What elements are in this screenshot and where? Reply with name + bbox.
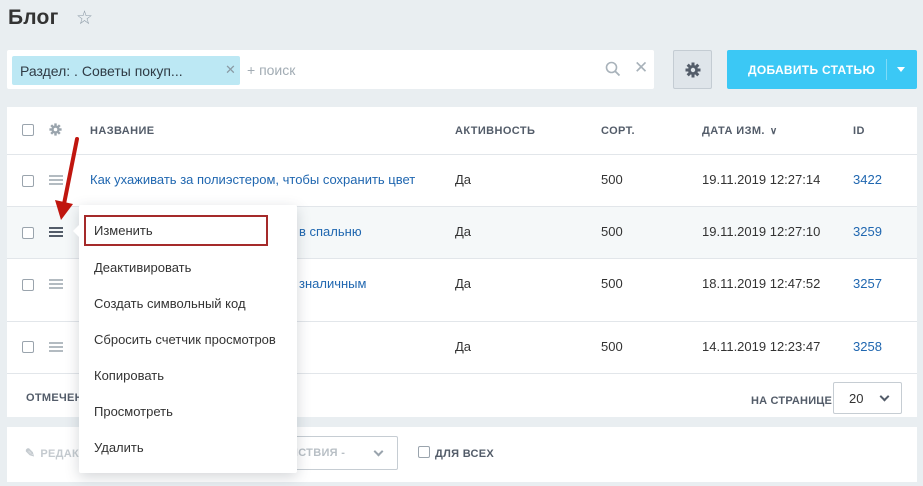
add-article-label: ДОБАВИТЬ СТАТЬЮ bbox=[748, 63, 876, 77]
chevron-down-icon bbox=[879, 391, 890, 402]
filter-chip-label: Раздел: . Советы покуп... bbox=[20, 63, 183, 79]
row-menu-icon[interactable] bbox=[49, 342, 63, 352]
column-header-date[interactable]: ДАТА ИЗМ. ∨ bbox=[702, 125, 778, 137]
row-id-link[interactable]: 3257 bbox=[853, 276, 882, 291]
menu-item-copy[interactable]: Копировать bbox=[94, 368, 164, 383]
per-page-label: НА СТРАНИЦЕ: bbox=[751, 395, 836, 407]
row-date: 19.11.2019 12:27:14 bbox=[702, 172, 821, 187]
column-header-date-label: ДАТА ИЗМ. bbox=[702, 125, 765, 137]
row-active: Да bbox=[455, 172, 472, 187]
row-menu-icon[interactable] bbox=[49, 279, 63, 289]
menu-item-view[interactable]: Просмотреть bbox=[94, 404, 173, 419]
dropdown-arrow-icon[interactable] bbox=[897, 67, 905, 72]
search-input[interactable] bbox=[247, 60, 587, 80]
row-title-link[interactable]: зналичным bbox=[299, 276, 366, 291]
filter-bar: Раздел: . Советы покуп... ✕ ✕ bbox=[7, 50, 654, 89]
row-active: Да bbox=[455, 339, 472, 354]
search-icon[interactable] bbox=[605, 61, 621, 77]
row-active: Да bbox=[455, 276, 472, 291]
menu-item-deactivate[interactable]: Деактивировать bbox=[94, 260, 191, 275]
table-row[interactable]: Как ухаживать за полиэстером, чтобы сохр… bbox=[7, 155, 917, 207]
row-date: 19.11.2019 12:27:10 bbox=[702, 224, 821, 239]
gear-icon bbox=[685, 62, 701, 78]
row-checkbox[interactable] bbox=[22, 279, 34, 291]
filter-chip[interactable]: Раздел: . Советы покуп... ✕ bbox=[12, 56, 240, 85]
selected-count-label: ОТМЕЧЕН bbox=[26, 392, 83, 404]
row-title-link[interactable]: в спальню bbox=[299, 224, 362, 239]
row-id-link[interactable]: 3258 bbox=[853, 339, 882, 354]
add-article-button[interactable]: ДОБАВИТЬ СТАТЬЮ bbox=[727, 50, 917, 89]
menu-item-edit[interactable]: Изменить bbox=[94, 223, 153, 238]
row-sort: 500 bbox=[601, 172, 623, 187]
settings-button[interactable] bbox=[673, 50, 712, 89]
per-page-value: 20 bbox=[849, 391, 864, 406]
row-checkbox[interactable] bbox=[22, 175, 34, 187]
row-sort: 500 bbox=[601, 339, 623, 354]
edit-label: РЕДАК bbox=[40, 448, 80, 460]
chip-close-icon[interactable]: ✕ bbox=[225, 62, 236, 78]
annotation-arrow-icon bbox=[55, 137, 79, 220]
row-sort: 500 bbox=[601, 276, 623, 291]
star-icon[interactable]: ☆ bbox=[76, 9, 93, 28]
clear-search-icon[interactable]: ✕ bbox=[634, 59, 648, 76]
table-header: НАЗВАНИЕ АКТИВНОСТЬ СОРТ. ДАТА ИЗМ. ∨ ID bbox=[7, 107, 917, 155]
row-context-menu: Изменить Деактивировать Создать символьн… bbox=[73, 205, 297, 473]
actions-select[interactable]: ЙСТВИЯ - bbox=[283, 436, 398, 470]
for-all-label[interactable]: ДЛЯ ВСЕХ bbox=[435, 448, 494, 460]
menu-item-reset-views[interactable]: Сбросить счетчик просмотров bbox=[94, 332, 276, 347]
row-menu-icon[interactable] bbox=[49, 227, 63, 237]
column-header-name[interactable]: НАЗВАНИЕ bbox=[90, 125, 155, 137]
row-sort: 500 bbox=[601, 224, 623, 239]
row-id-link[interactable]: 3422 bbox=[853, 172, 882, 187]
select-all-checkbox[interactable] bbox=[22, 124, 34, 136]
row-id-link[interactable]: 3259 bbox=[853, 224, 882, 239]
column-header-id[interactable]: ID bbox=[853, 125, 865, 137]
row-checkbox[interactable] bbox=[22, 227, 34, 239]
button-divider bbox=[886, 59, 887, 80]
column-header-sort[interactable]: СОРТ. bbox=[601, 125, 635, 137]
menu-item-create-code[interactable]: Создать символьный код bbox=[94, 296, 246, 311]
edit-button[interactable]: ✎ РЕДАК bbox=[25, 446, 79, 460]
menu-item-delete[interactable]: Удалить bbox=[94, 440, 144, 455]
row-date: 18.11.2019 12:47:52 bbox=[702, 276, 821, 291]
column-header-active[interactable]: АКТИВНОСТЬ bbox=[455, 125, 535, 137]
column-settings-icon[interactable] bbox=[49, 123, 62, 136]
for-all-checkbox[interactable] bbox=[418, 446, 430, 458]
page-title: Блог bbox=[8, 6, 59, 29]
actions-select-label: ЙСТВИЯ - bbox=[290, 447, 346, 459]
row-active: Да bbox=[455, 224, 472, 239]
sort-desc-icon: ∨ bbox=[769, 126, 778, 137]
per-page-select[interactable]: 20 bbox=[833, 382, 902, 414]
row-date: 14.11.2019 12:23:47 bbox=[702, 339, 821, 354]
row-checkbox[interactable] bbox=[22, 341, 34, 353]
pencil-icon: ✎ bbox=[25, 446, 36, 460]
row-title-link[interactable]: Как ухаживать за полиэстером, чтобы сохр… bbox=[90, 172, 415, 187]
chevron-down-icon bbox=[373, 446, 384, 457]
